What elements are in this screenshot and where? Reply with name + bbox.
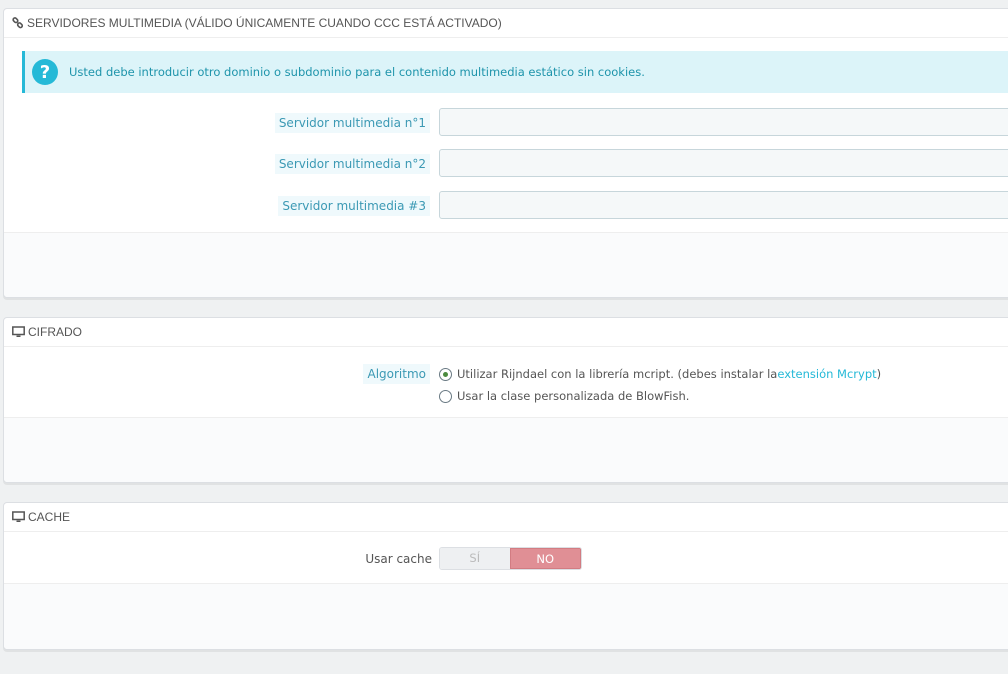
media-servers-panel: SERVIDORES MULTIMEDIA (VÁLIDO ÚNICAMENTE… xyxy=(3,8,1008,298)
encryption-footer xyxy=(4,417,1008,482)
rijndael-radio[interactable] xyxy=(439,367,452,381)
mcrypt-link[interactable]: extensión Mcrypt xyxy=(777,367,876,381)
cache-footer xyxy=(4,583,1008,649)
media-servers-title: SERVIDORES MULTIMEDIA (VÁLIDO ÚNICAMENTE… xyxy=(27,15,502,30)
media-server-1-row: Servidor multimedia n°1 xyxy=(4,108,1008,136)
cache-panel: CACHE Usar cache SÍ NO xyxy=(3,502,1008,650)
blowfish-radio[interactable] xyxy=(439,389,452,403)
encryption-title: CIFRADO xyxy=(28,324,82,339)
use-cache-label: Usar cache xyxy=(365,552,432,566)
cache-yes-option[interactable]: SÍ xyxy=(440,548,510,569)
media-server-2-row: Servidor multimedia n°2 xyxy=(4,149,1008,177)
encryption-panel: CIFRADO Algoritmo Utilizar Rijndael con … xyxy=(3,317,1008,483)
cache-heading: CACHE xyxy=(4,503,1008,532)
encryption-heading: CIFRADO xyxy=(4,318,1008,347)
blowfish-option-text: Usar la clase personalizada de BlowFish. xyxy=(457,389,690,403)
alert-text: Usted debe introducir otro dominio o sub… xyxy=(69,65,645,79)
cache-title: CACHE xyxy=(28,509,71,524)
media-server-1-input[interactable] xyxy=(439,108,1008,136)
rijndael-option-text: Utilizar Rijndael con la librería mcript… xyxy=(457,367,778,381)
media-server-3-label: Servidor multimedia #3 xyxy=(278,196,430,216)
rijndael-option-suffix: ) xyxy=(876,367,882,381)
algorithm-label: Algoritmo xyxy=(363,364,430,384)
question-circle-icon: ? xyxy=(32,59,58,85)
use-cache-switch[interactable]: SÍ NO xyxy=(439,547,582,570)
info-alert: ? Usted debe introducir otro dominio o s… xyxy=(22,51,1008,93)
media-server-3-input[interactable] xyxy=(439,191,1008,219)
desktop-icon xyxy=(12,511,25,523)
link-icon xyxy=(12,17,24,29)
rijndael-option[interactable]: Utilizar Rijndael con la librería mcript… xyxy=(439,365,881,383)
cache-no-option[interactable]: NO xyxy=(509,548,581,569)
blowfish-option[interactable]: Usar la clase personalizada de BlowFish. xyxy=(439,387,689,405)
media-servers-heading: SERVIDORES MULTIMEDIA (VÁLIDO ÚNICAMENTE… xyxy=(4,9,1008,38)
desktop-icon xyxy=(12,326,25,338)
media-server-2-label: Servidor multimedia n°2 xyxy=(274,154,430,174)
media-servers-footer xyxy=(4,232,1008,297)
media-server-3-row: Servidor multimedia #3 xyxy=(4,191,1008,219)
media-server-1-label: Servidor multimedia n°1 xyxy=(274,113,430,133)
media-server-2-input[interactable] xyxy=(439,149,1008,177)
